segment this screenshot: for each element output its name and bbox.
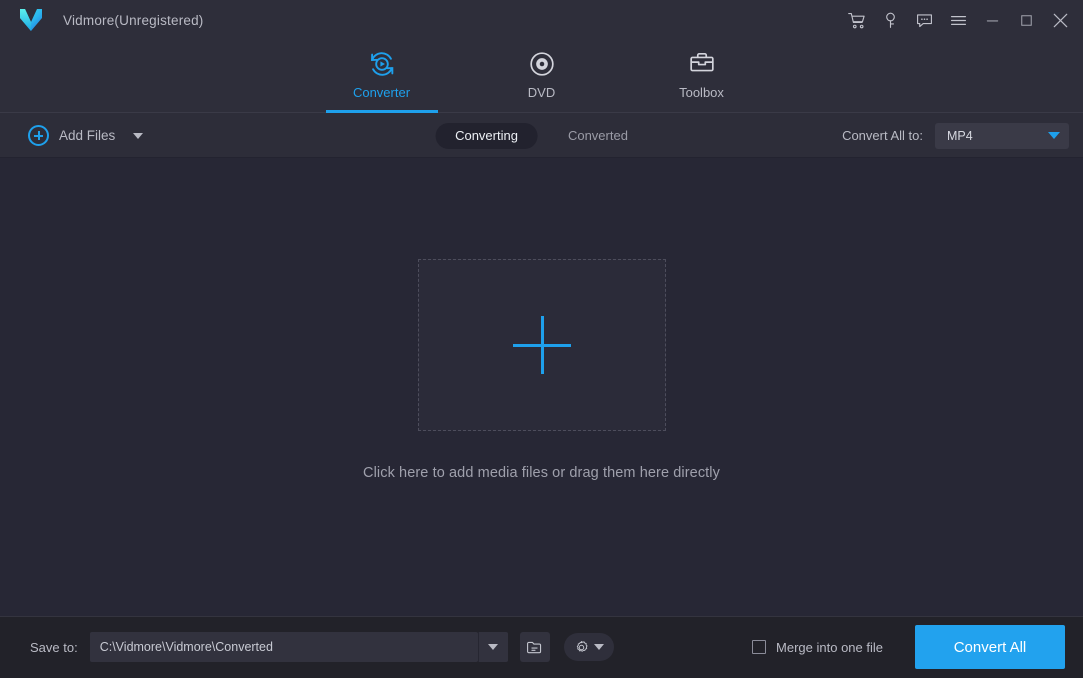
chevron-down-icon: [594, 644, 605, 650]
chat-icon[interactable]: [907, 0, 941, 40]
key-icon[interactable]: [873, 0, 907, 40]
output-settings-button[interactable]: [563, 633, 614, 661]
format-select-value: MP4: [947, 128, 973, 143]
save-to-label: Save to:: [30, 639, 78, 655]
plus-icon: [512, 316, 571, 374]
tab-dvd-label: DVD: [527, 85, 556, 100]
app-title: Vidmore(Unregistered): [63, 12, 204, 28]
dropzone-hint: Click here to add media files or drag th…: [363, 465, 720, 481]
add-files-button[interactable]: Add Files: [28, 125, 144, 146]
save-path-input[interactable]: C:\Vidmore\Vidmore\Converted: [89, 632, 478, 662]
window-controls: [839, 0, 1083, 40]
cart-icon[interactable]: [839, 0, 873, 40]
tab-toolbox-label: Toolbox: [679, 85, 724, 100]
format-select[interactable]: MP4: [935, 122, 1069, 149]
toolbar: Add Files Converting Converted Convert A…: [0, 113, 1083, 158]
plus-circle-icon: [28, 125, 49, 146]
merge-label: Merge into one file: [776, 639, 883, 655]
media-dropzone[interactable]: [417, 259, 666, 431]
status-segment-control: Converting Converted: [435, 122, 648, 149]
main-nav: Converter DVD Toolbox: [0, 40, 1083, 113]
converter-icon: [366, 46, 398, 82]
chevron-down-icon: [1048, 132, 1060, 139]
browse-folder-button[interactable]: [519, 632, 550, 662]
merge-into-one-file-option[interactable]: Merge into one file: [752, 640, 883, 655]
add-files-label: Add Files: [59, 128, 116, 143]
main-content: Click here to add media files or drag th…: [0, 158, 1083, 616]
tab-converting[interactable]: Converting: [435, 122, 538, 149]
vidmore-v-logo-icon: [16, 5, 46, 35]
dvd-disc-icon: [526, 46, 558, 82]
bottom-bar: Save to: C:\Vidmore\Vidmore\Converted Me…: [0, 616, 1083, 678]
minimize-icon[interactable]: [975, 0, 1009, 40]
merge-checkbox[interactable]: [752, 640, 767, 654]
chevron-down-icon[interactable]: [133, 132, 144, 139]
title-bar: Vidmore(Unregistered): [0, 0, 1083, 40]
convert-all-to-label: Convert All to:: [842, 128, 923, 143]
tab-converter-label: Converter: [352, 85, 411, 100]
tab-converted[interactable]: Converted: [548, 123, 648, 149]
toolbox-icon: [686, 46, 718, 82]
convert-all-button[interactable]: Convert All: [915, 625, 1065, 669]
hamburger-menu-icon[interactable]: [941, 0, 975, 40]
maximize-icon[interactable]: [1009, 0, 1043, 40]
convert-all-to-group: Convert All to: MP4: [842, 122, 1069, 149]
close-icon[interactable]: [1043, 0, 1077, 40]
tab-toolbox[interactable]: Toolbox: [646, 40, 758, 113]
gear-icon: [577, 640, 588, 652]
chevron-down-icon: [488, 644, 499, 650]
save-path-dropdown-button[interactable]: [477, 632, 508, 662]
tab-dvd[interactable]: DVD: [486, 40, 598, 113]
tab-converter[interactable]: Converter: [325, 40, 438, 113]
